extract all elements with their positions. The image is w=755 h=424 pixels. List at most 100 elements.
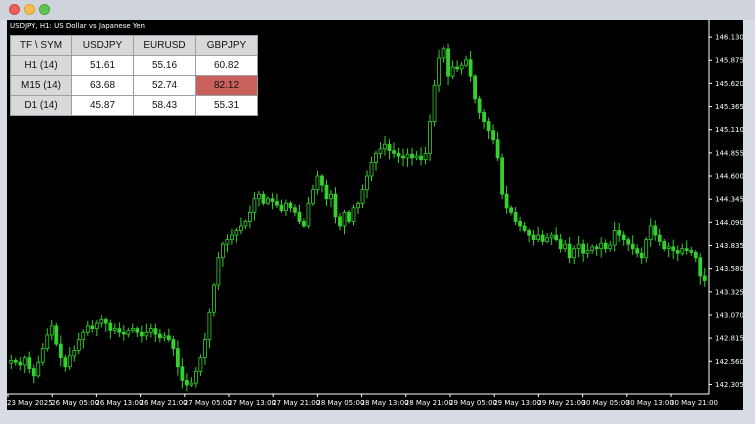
candle — [540, 230, 545, 245]
candle — [22, 355, 27, 374]
time-tick-label: 26 May 21:00 — [140, 399, 188, 407]
window-bottom-bar — [0, 410, 755, 424]
candle — [581, 239, 586, 262]
candle — [198, 354, 203, 376]
candle — [279, 199, 284, 213]
candle — [162, 332, 167, 342]
candle — [486, 117, 491, 140]
candle — [698, 253, 703, 285]
candle — [653, 220, 658, 241]
table-cell: 52.74 — [133, 75, 196, 96]
candle — [630, 235, 635, 255]
candle — [144, 323, 149, 341]
candle — [576, 235, 581, 258]
candle — [320, 174, 324, 193]
candle — [112, 323, 117, 334]
candle — [594, 244, 599, 256]
time-tick-label: 28 May 21:00 — [405, 399, 453, 407]
candle — [221, 241, 225, 267]
candle — [657, 228, 662, 247]
candle — [49, 319, 54, 341]
candle — [545, 233, 550, 244]
minimize-window-button[interactable] — [24, 4, 35, 15]
candle — [338, 213, 342, 231]
candle — [216, 251, 221, 291]
close-window-button[interactable] — [9, 4, 20, 15]
candle — [572, 245, 577, 265]
candle — [590, 244, 595, 254]
candle — [495, 131, 500, 161]
candle — [175, 340, 180, 376]
candle — [554, 227, 559, 242]
candle — [324, 180, 329, 206]
candle — [230, 228, 234, 245]
table-header-cell: TF \ SYM — [10, 35, 72, 56]
time-tick-label: 28 May 13:00 — [361, 399, 409, 407]
candle — [437, 49, 441, 93]
candle — [193, 367, 198, 388]
table-header-cell: GBPJPY — [195, 35, 258, 56]
candle — [333, 187, 338, 224]
candle — [482, 108, 486, 129]
candle — [90, 320, 95, 333]
candle — [356, 201, 360, 214]
candle — [459, 61, 464, 75]
candle — [166, 328, 171, 343]
candle — [202, 332, 207, 365]
candle — [504, 185, 509, 214]
candle — [189, 377, 194, 387]
candle — [684, 240, 689, 255]
table-cell-highlighted: 82.12 — [195, 75, 258, 96]
candle — [563, 239, 568, 253]
price-tick-label: 146.130 — [715, 34, 743, 42]
table-cell: 58.43 — [133, 95, 196, 116]
candle — [126, 327, 131, 338]
candle — [527, 228, 532, 243]
candle — [99, 315, 104, 328]
candle — [491, 124, 495, 145]
candle — [72, 345, 77, 362]
time-tick-label: 27 May 05:00 — [184, 399, 232, 407]
table-cell: 55.31 — [195, 95, 258, 116]
table-cell: 51.61 — [71, 55, 134, 76]
candle — [635, 244, 640, 258]
table-row-label: M15 (14) — [10, 75, 72, 96]
candle — [666, 242, 671, 258]
candle — [599, 237, 604, 258]
candle — [536, 226, 541, 243]
candle — [509, 205, 514, 216]
candle — [288, 200, 293, 213]
time-tick-label: 28 May 05:00 — [316, 399, 364, 407]
candle — [531, 229, 536, 246]
zoom-window-button[interactable] — [39, 4, 50, 15]
candle — [603, 239, 608, 254]
candle — [585, 242, 590, 259]
candle — [31, 364, 36, 384]
candle — [612, 222, 617, 252]
candle — [297, 204, 302, 225]
candle — [351, 204, 356, 226]
candle — [383, 135, 387, 156]
candle — [54, 322, 59, 347]
candle — [293, 204, 297, 217]
price-chart[interactable]: 146.130 145.875 145.620 145.365 145.110 144.8… — [7, 20, 743, 410]
candle — [522, 221, 527, 233]
candle — [446, 43, 450, 86]
candle — [689, 246, 694, 256]
candle — [243, 219, 248, 229]
candle — [347, 209, 351, 224]
table-header-row: TF \ SYM USDJPY EURUSD GBPJPY — [10, 35, 258, 56]
candle — [225, 234, 230, 253]
candle — [428, 114, 432, 161]
title-bar — [0, 0, 755, 20]
candle — [40, 343, 45, 366]
candle — [360, 184, 365, 208]
table-cell: 63.68 — [71, 75, 134, 96]
time-tick-label: 23 May 2025 — [7, 399, 53, 407]
candle — [567, 237, 572, 264]
price-tick-label: 144.600 — [715, 173, 743, 181]
price-tick-label: 145.110 — [715, 126, 743, 134]
candle — [36, 355, 41, 379]
price-tick-label: 144.090 — [715, 219, 743, 227]
time-tick-label: 29 May 21:00 — [537, 399, 585, 407]
